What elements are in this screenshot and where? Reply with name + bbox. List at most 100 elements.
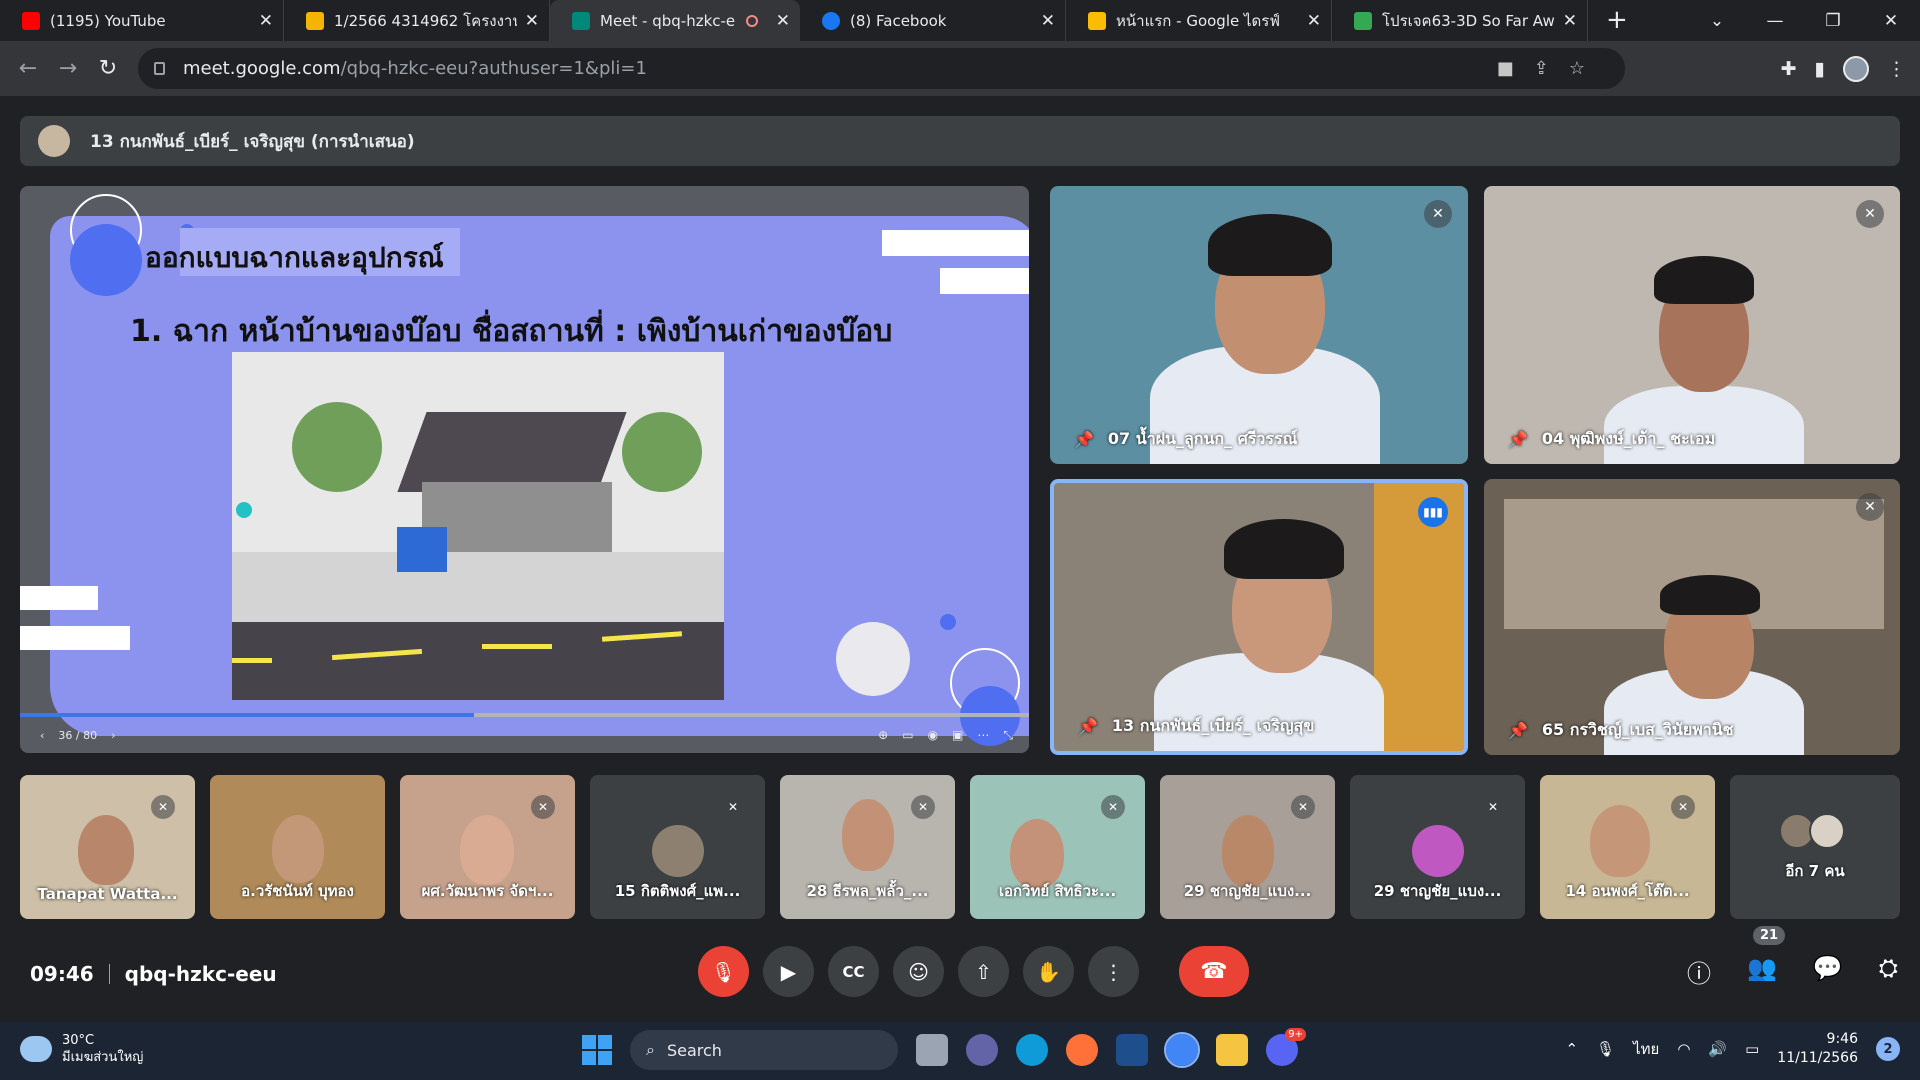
captions-button[interactable]: CC [828,946,879,997]
lock-icon[interactable] [154,62,165,75]
close-tab-icon[interactable]: ✕ [1041,11,1055,31]
participant-face [78,815,134,885]
edge-icon[interactable] [1016,1034,1048,1066]
participant-thumbnail[interactable]: ✕ Tanapat Watta... [20,775,195,919]
meeting-details-button[interactable]: ⓘ [1687,954,1711,989]
reload-button[interactable]: ↻ [88,56,128,81]
microphone-icon[interactable]: 🎙 [1596,1040,1615,1058]
chat-app-icon[interactable] [966,1034,998,1066]
tab-youtube[interactable]: (1195) YouTube ✕ [0,0,284,41]
fullscreen-exit-icon[interactable]: ⤡ [1003,728,1013,743]
close-window-button[interactable]: ✕ [1862,11,1920,31]
tab-meet[interactable]: Meet - qbq-hzkc-eeu ✕ [550,0,800,41]
system-clock[interactable]: 9:46 11/11/2566 [1777,1030,1858,1068]
windows-taskbar: 30°C มีเมฆส่วนใหญ่ ⌕ Search 9+ ⌃ 🎙 ไทย ◠… [0,1022,1920,1080]
reactions-button[interactable]: ☺ [893,946,944,997]
zoom-icon[interactable]: ⊕ [878,728,888,743]
tab-google-drive[interactable]: หน้าแรก - Google ไดรฟ์ ✕ [1066,0,1332,41]
mic-off-icon: ✕ [1856,493,1884,521]
present-screen-button[interactable]: ⇧ [958,946,1009,997]
participant-thumbnail[interactable]: ✕ 29 ชาญชัย_แบง... [1350,775,1525,919]
audio-icon[interactable]: ◉ [928,728,938,743]
road-line [482,644,552,649]
participant-thumbnail[interactable]: อ.วรัชนันท์ บุทอง [210,775,385,919]
more-participants-tile[interactable]: อีก 7 คน [1730,775,1900,919]
microphone-toggle-button[interactable]: 🎙 [698,946,749,997]
close-tab-icon[interactable]: ✕ [525,11,539,31]
pin-icon[interactable]: 📌 [1508,721,1528,740]
share-icon[interactable]: ⇪ [1534,58,1549,79]
more-options-button[interactable]: ⋮ [1088,946,1139,997]
chrome-menu-icon[interactable]: ⋮ [1887,58,1906,80]
captions-icon[interactable]: ▭ [902,728,913,743]
file-explorer-icon[interactable] [1216,1034,1248,1066]
forward-button[interactable]: → [48,56,88,81]
participant-thumbnail[interactable]: ✕ 28 ธีรพล_พลั้ว_... [780,775,955,919]
close-tab-icon[interactable]: ✕ [1563,11,1577,31]
leave-call-button[interactable]: ☎ [1179,946,1249,997]
chevron-up-icon[interactable]: ⌃ [1565,1040,1578,1058]
divider [108,964,110,984]
app-icon[interactable] [1116,1034,1148,1066]
pin-icon[interactable]: 📌 [1078,717,1098,736]
participant-face [272,815,324,883]
participant-hair [1224,519,1344,579]
people-button[interactable]: 👥 21 [1747,926,1786,989]
maximize-button[interactable]: ❐ [1804,11,1862,31]
tab-drive-project[interactable]: โปรเจค63-3D So Far Away ✕ [1332,0,1588,41]
chat-button[interactable]: 💬 [1813,954,1843,989]
camera-toggle-button[interactable]: ▶ [763,946,814,997]
pin-icon[interactable]: 📌 [1508,430,1528,449]
activities-button[interactable]: ⛭ [1879,954,1898,989]
participant-thumbnail[interactable]: ✕ 15 กิตติพงศ์_แพ... [590,775,765,919]
minimize-button[interactable]: — [1746,11,1804,31]
participant-thumbnail[interactable]: ✕ ผศ.วัฒนาพร จัดฯ... [400,775,575,919]
weather-widget[interactable]: 30°C มีเมฆส่วนใหญ่ [20,1032,143,1066]
slide-white-block [940,268,1029,294]
camera-in-use-icon[interactable]: ■ [1497,58,1514,79]
next-slide-button[interactable]: › [111,729,115,742]
side-panel-icon[interactable]: ▮ [1815,58,1825,80]
input-language[interactable]: ไทย [1633,1037,1659,1061]
house-roof [397,412,627,492]
participant-thumbnail[interactable]: ✕ 14 อนพงศ์_โต๊ต... [1540,775,1715,919]
participant-thumbnail[interactable]: ✕ เอกวิทย์ สิทธิวะ... [970,775,1145,919]
wifi-icon[interactable]: ◠ [1677,1040,1690,1058]
pin-icon[interactable]: 📌 [1074,430,1094,449]
firefox-icon[interactable] [1066,1034,1098,1066]
tab-facebook[interactable]: (8) Facebook ✕ [800,0,1066,41]
extensions-icon[interactable]: ✚ [1781,58,1797,80]
windows-start-icon[interactable] [582,1035,612,1065]
tab-search-icon[interactable]: ⌄ [1688,11,1746,31]
close-tab-icon[interactable]: ✕ [1307,11,1321,31]
discord-icon[interactable]: 9+ [1266,1028,1306,1066]
more-options-icon[interactable]: ⋯ [977,728,989,743]
participant-tile[interactable]: ✕ 📌 07 น้ำฝน_ลูกนก_ ศรีวรรณ์ [1050,186,1468,464]
notification-badge[interactable]: 2 [1876,1037,1900,1061]
address-bar[interactable]: meet.google.com/qbq-hzkc-eeu?authuser=1&… [138,48,1625,89]
taskbar-search[interactable]: ⌕ Search [630,1030,898,1070]
presentation-stage[interactable]: ออกแบบฉากและอุปกรณ์ 1. ฉาก หน้าบ้านของบ๊… [20,186,1029,753]
volume-icon[interactable]: 🔊 [1708,1040,1727,1058]
participant-thumbnail[interactable]: ✕ 29 ชาญชัย_แบง... [1160,775,1335,919]
raise-hand-button[interactable]: ✋ [1023,946,1074,997]
participant-tile-active-speaker[interactable]: ▮▮▮ 📌 13 กนกพันธ์_เบียร์_ เจริญสุข [1050,479,1468,755]
battery-icon[interactable]: ▭ [1745,1040,1759,1058]
new-tab-button[interactable]: + [1606,5,1628,35]
presentation-banner: 13 กนกพันธ์_เบียร์_ เจริญสุข (การนำเสนอ) [20,116,1900,166]
bookmark-star-icon[interactable]: ☆ [1569,58,1585,79]
participant-tile[interactable]: ✕ 📌 04 พุฒิพงษ์_เต้า_ ชะเอม [1484,186,1900,464]
close-tab-icon[interactable]: ✕ [776,11,790,31]
participant-tile[interactable]: ✕ 📌 65 กรวิชญ์_เบส_วินัยพานิช [1484,479,1900,755]
task-view-icon[interactable] [916,1034,948,1066]
close-tab-icon[interactable]: ✕ [259,11,273,31]
fence [232,552,724,622]
previous-slide-button[interactable]: ‹ [40,729,44,742]
tab-google-sheets[interactable]: 1/2566 4314962 โครงงานแ ✕ [284,0,550,41]
screen-icon[interactable]: ▣ [952,728,963,743]
profile-avatar[interactable] [1843,55,1869,82]
background-cloth [1374,483,1464,751]
drive-icon [1354,11,1372,30]
back-button[interactable]: ← [8,56,48,81]
chrome-icon[interactable] [1164,1032,1200,1068]
